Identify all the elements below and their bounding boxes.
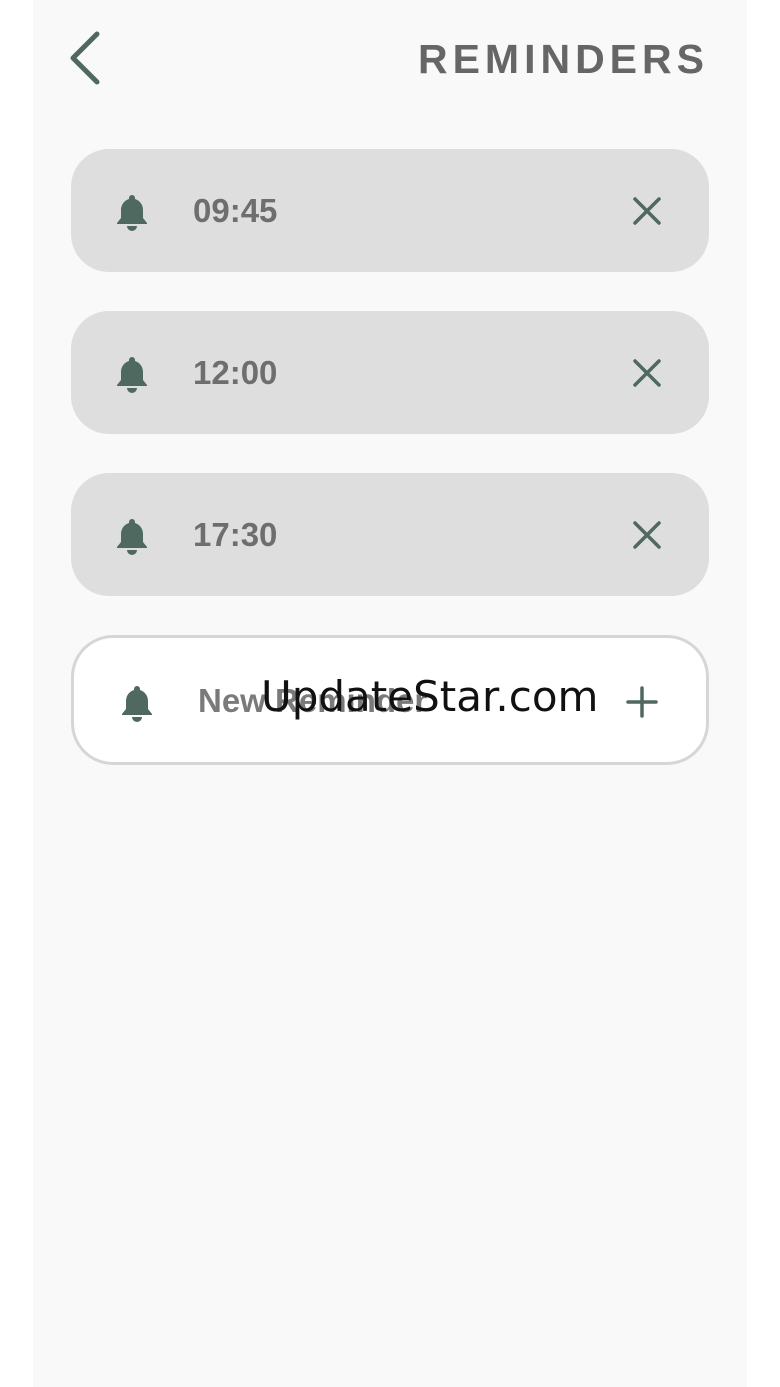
bell-icon <box>117 357 147 393</box>
reminders-screen: REMINDERS 09:45 12:00 17:30 New Reminder… <box>33 0 747 1387</box>
bell-icon <box>122 686 152 722</box>
reminder-time: 09:45 <box>193 192 278 229</box>
chevron-left-icon <box>70 31 100 85</box>
close-icon <box>633 197 661 225</box>
reminder-item[interactable]: 09:45 <box>71 149 709 272</box>
bell-icon <box>117 195 147 231</box>
delete-reminder-button[interactable] <box>629 355 665 391</box>
plus-icon <box>626 686 658 718</box>
page-title: REMINDERS <box>417 36 709 82</box>
close-icon <box>633 359 661 387</box>
close-icon <box>633 521 661 549</box>
delete-reminder-button[interactable] <box>629 193 665 229</box>
reminder-time: 17:30 <box>193 516 278 553</box>
add-reminder-button[interactable] <box>624 684 660 720</box>
reminder-item[interactable]: 12:00 <box>71 311 709 434</box>
watermark-text: UpdateStar.com <box>261 672 599 721</box>
back-button[interactable] <box>67 30 107 86</box>
bell-icon <box>117 519 147 555</box>
reminder-time: 12:00 <box>193 354 278 391</box>
reminder-item[interactable]: 17:30 <box>71 473 709 596</box>
reminder-list: 09:45 12:00 17:30 <box>71 149 709 635</box>
delete-reminder-button[interactable] <box>629 517 665 553</box>
